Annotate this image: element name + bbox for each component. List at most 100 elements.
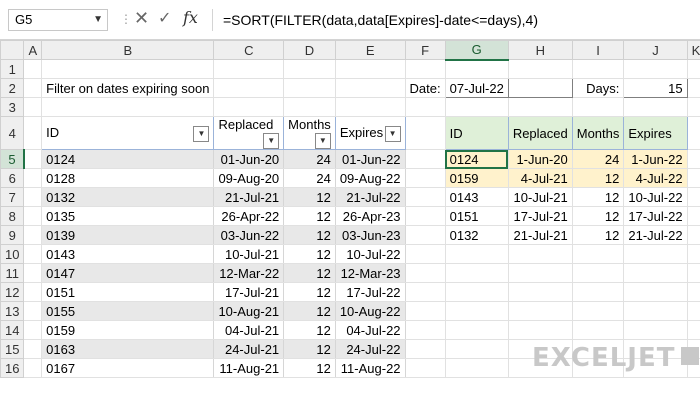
cell-f6[interactable] — [404, 168, 446, 188]
cell-i11[interactable] — [571, 263, 625, 283]
column-header-j[interactable]: J — [623, 40, 688, 60]
cell-j10[interactable] — [623, 244, 688, 264]
column-header-i[interactable]: I — [571, 40, 625, 60]
result-cell[interactable]: 12 — [571, 225, 625, 245]
data-cell[interactable]: 04-Jul-21 — [213, 320, 285, 340]
data-cell[interactable]: 17-Jul-21 — [213, 282, 285, 302]
result-cell[interactable]: 4-Jul-21 — [507, 168, 573, 188]
cell-e2[interactable] — [334, 78, 406, 98]
data-cell[interactable]: 01-Jun-20 — [213, 149, 285, 169]
column-header-h[interactable]: H — [507, 40, 573, 60]
cell-a4[interactable] — [23, 116, 43, 150]
data-cell[interactable]: 11-Aug-22 — [334, 358, 406, 378]
cell-h10[interactable] — [507, 244, 573, 264]
data-cell[interactable]: 0139 — [41, 225, 215, 245]
cell-f15[interactable] — [404, 339, 446, 359]
column-header-d[interactable]: D — [283, 40, 336, 60]
result-cell[interactable]: 10-Jul-21 — [507, 187, 573, 207]
sheet-title[interactable]: Filter on dates expiring soon — [41, 78, 215, 98]
result-header-replaced[interactable]: Replaced — [507, 116, 573, 150]
cell-e1[interactable] — [334, 59, 406, 79]
cell-k5[interactable] — [686, 149, 700, 169]
cell-a6[interactable] — [23, 168, 43, 188]
cell-k4[interactable] — [686, 116, 700, 150]
filter-dropdown-icon[interactable]: ▼ — [263, 133, 280, 149]
result-cell[interactable]: 12 — [571, 187, 625, 207]
cell-g1[interactable] — [444, 59, 509, 79]
cell-j13[interactable] — [623, 301, 688, 321]
result-header-months[interactable]: Months — [571, 116, 625, 150]
cell-h3[interactable] — [507, 97, 573, 117]
result-cell[interactable]: 0132 — [444, 225, 509, 245]
data-cell[interactable]: 0151 — [41, 282, 215, 302]
data-cell[interactable]: 12 — [283, 320, 336, 340]
data-cell[interactable]: 09-Aug-22 — [334, 168, 406, 188]
cell-j14[interactable] — [623, 320, 688, 340]
data-cell[interactable]: 12-Mar-23 — [334, 263, 406, 283]
cell-f11[interactable] — [404, 263, 446, 283]
cell-k3[interactable] — [686, 97, 700, 117]
data-cell[interactable]: 10-Aug-21 — [213, 301, 285, 321]
row-header-5[interactable]: 5 — [0, 149, 25, 169]
data-cell[interactable]: 0147 — [41, 263, 215, 283]
data-cell[interactable]: 21-Jul-21 — [213, 187, 285, 207]
cell-f7[interactable] — [404, 187, 446, 207]
cell-k6[interactable] — [686, 168, 700, 188]
data-cell[interactable]: 04-Jul-22 — [334, 320, 406, 340]
column-header-k[interactable]: K — [686, 40, 700, 60]
result-cell[interactable]: 1-Jun-22 — [623, 149, 688, 169]
column-header-a[interactable]: A — [23, 40, 43, 60]
result-cell[interactable]: 0143 — [444, 187, 509, 207]
data-cell[interactable]: 09-Aug-20 — [213, 168, 285, 188]
cell-a3[interactable] — [23, 97, 43, 117]
cell-c3[interactable] — [213, 97, 285, 117]
row-header-4[interactable]: 4 — [0, 116, 25, 150]
cell-i14[interactable] — [571, 320, 625, 340]
result-cell[interactable]: 17-Jul-21 — [507, 206, 573, 226]
cell-a14[interactable] — [23, 320, 43, 340]
result-cell[interactable]: 21-Jul-21 — [507, 225, 573, 245]
column-header-b[interactable]: B — [41, 40, 215, 60]
column-header-c[interactable]: C — [213, 40, 285, 60]
cell-j12[interactable] — [623, 282, 688, 302]
data-cell[interactable]: 10-Jul-22 — [334, 244, 406, 264]
cell-k14[interactable] — [686, 320, 700, 340]
cell-a16[interactable] — [23, 358, 43, 378]
data-cell[interactable]: 12 — [283, 206, 336, 226]
cell-a7[interactable] — [23, 187, 43, 207]
data-header-expires[interactable]: Expires ▼ — [334, 116, 406, 150]
row-header-15[interactable]: 15 — [0, 339, 25, 359]
data-cell[interactable]: 12 — [283, 225, 336, 245]
cell-j11[interactable] — [623, 263, 688, 283]
data-cell[interactable]: 0143 — [41, 244, 215, 264]
cell-f12[interactable] — [404, 282, 446, 302]
data-header-replaced[interactable]: Replaced ▼ — [213, 116, 285, 150]
data-cell[interactable]: 12 — [283, 187, 336, 207]
enter-icon[interactable]: ✓ — [158, 8, 171, 28]
cell-e3[interactable] — [334, 97, 406, 117]
data-cell[interactable]: 12-Mar-22 — [213, 263, 285, 283]
cell-k12[interactable] — [686, 282, 700, 302]
data-cell[interactable]: 0128 — [41, 168, 215, 188]
result-cell[interactable]: 12 — [571, 168, 625, 188]
data-cell[interactable]: 17-Jul-22 — [334, 282, 406, 302]
cell-g12[interactable] — [444, 282, 509, 302]
data-header-months[interactable]: Months ▼ — [283, 116, 336, 150]
row-header-9[interactable]: 9 — [0, 225, 25, 245]
cell-k9[interactable] — [686, 225, 700, 245]
column-header-e[interactable]: E — [334, 40, 406, 60]
data-cell[interactable]: 10-Jul-21 — [213, 244, 285, 264]
column-header-g[interactable]: G — [444, 40, 509, 61]
result-cell[interactable]: 0151 — [444, 206, 509, 226]
cell-h14[interactable] — [507, 320, 573, 340]
column-header-f[interactable]: F — [404, 40, 446, 60]
cell-g13[interactable] — [444, 301, 509, 321]
result-cell[interactable]: 24 — [571, 149, 625, 169]
row-header-12[interactable]: 12 — [0, 282, 25, 302]
cell-c1[interactable] — [213, 59, 285, 79]
cell-k7[interactable] — [686, 187, 700, 207]
data-cell[interactable]: 26-Apr-23 — [334, 206, 406, 226]
cell-k8[interactable] — [686, 206, 700, 226]
fx-icon[interactable]: fx — [183, 8, 198, 27]
cell-a15[interactable] — [23, 339, 43, 359]
